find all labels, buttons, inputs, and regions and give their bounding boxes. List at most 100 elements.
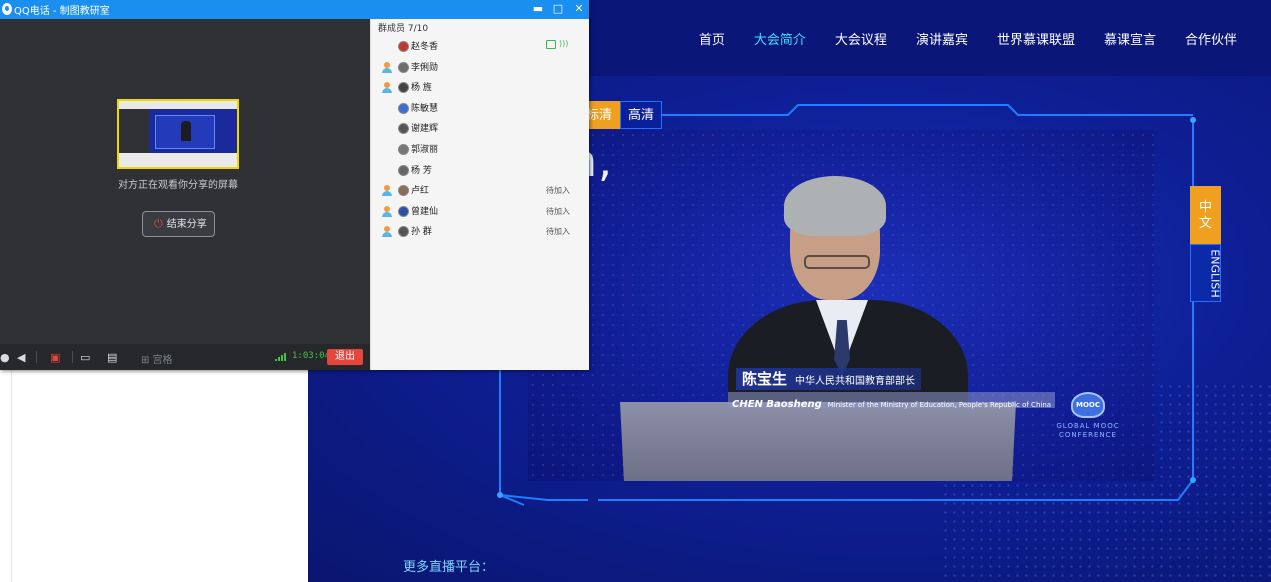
screen-share-panel: 对方正在观看你分享的屏幕 ⏻ 结束分享 [0, 19, 370, 344]
member-status: 待加入 [546, 206, 570, 216]
mooc-logo-line-2: CONFERENCE [1059, 431, 1117, 439]
avatar [398, 82, 409, 94]
nav-agenda[interactable]: 大会议程 [835, 29, 887, 48]
avatar [398, 41, 409, 52]
close-button[interactable]: ✕ [569, 0, 589, 19]
speaker-name-en: CHEN Baosheng [732, 399, 822, 410]
call-toolbar: ● ◀ ▣ ▭ ▤ ⊞ 宫格 1:03:04 退出 [0, 344, 370, 370]
preview-topbar [119, 101, 237, 109]
speaker-name-en-bar: CHEN Baosheng Minister of the Ministry of… [728, 392, 1056, 410]
nav-partners[interactable]: 合作伙伴 [1185, 29, 1237, 48]
live-video[interactable]: ion, 陈宝生中华人民共和国教育部部长 CHEN BaoshengMinist… [528, 130, 1154, 481]
member-list-panel: 群成员 7/10 赵冬香))) 李俐勋杨 旌陈敏慧 谢建辉 郭淑丽杨 芳卢红 待加入 曾建… [370, 19, 589, 370]
signal-strength-icon [275, 353, 289, 361]
avatar [398, 102, 409, 114]
sharing-screen-icon [546, 40, 556, 49]
maximize-button[interactable]: □ [548, 0, 568, 19]
member-name: 赵冬香 [411, 42, 439, 52]
exit-call-button[interactable]: 退出 [327, 349, 363, 365]
microphone-icon[interactable]: ● [0, 351, 10, 364]
speaker-icon[interactable]: ◀ [17, 351, 25, 364]
avatar [398, 61, 409, 73]
window-titlebar[interactable]: QQ电话 - 制图教研室 ▬ □ ✕ [0, 0, 589, 19]
preview-bottom [119, 153, 237, 167]
site-nav: 首页 大会简介 大会议程 演讲嘉宾 世界慕课联盟 慕课宣言 合作伙伴 [699, 29, 1237, 48]
nav-mooc-alliance[interactable]: 世界慕课联盟 [997, 29, 1075, 48]
global-mooc-logo: MOOC GLOBAL MOOC CONFERENCE [1048, 392, 1128, 458]
member-status: 待加入 [546, 186, 570, 196]
member-name: 谢建辉 [411, 124, 439, 135]
member-name: 杨 芳 [411, 165, 432, 176]
quality-hd-tab[interactable]: 高清 [620, 101, 663, 129]
member-row[interactable]: 曾建仙 待加入 [371, 202, 590, 222]
language-en-tab[interactable]: ENGLISH [1190, 244, 1222, 302]
invite-user-icon[interactable] [382, 205, 392, 217]
shared-screen-preview[interactable] [117, 99, 239, 169]
mooc-logo-text: GLOBAL MOOC CONFERENCE [1048, 422, 1128, 440]
member-name: 孙 群 [411, 227, 432, 238]
speaking-icon: ))) [559, 39, 569, 48]
member-name: 杨 旌 [411, 83, 432, 94]
member-row[interactable]: 杨 芳 [371, 161, 590, 181]
invite-user-icon[interactable] [382, 226, 392, 238]
grid-view-button[interactable]: ⊞ 宫格 [141, 351, 173, 366]
toolbar-divider [36, 351, 37, 363]
nav-declaration[interactable]: 慕课宣言 [1104, 29, 1156, 48]
member-row[interactable]: 李俐勋 [371, 58, 590, 78]
stop-share-button[interactable]: ⏻ 结束分享 [142, 211, 215, 237]
member-count-title: 群成员 7/10 [378, 24, 429, 34]
member-name: 郭淑丽 [411, 145, 439, 155]
speaker-glasses [804, 255, 870, 269]
speaker-title-en: Minister of the Ministry of Education, P… [827, 401, 1052, 409]
power-icon: ⏻ [154, 217, 163, 230]
member-status: 待加入 [546, 227, 570, 237]
language-zh-label: 中文 [1198, 200, 1212, 231]
member-name: 李俐勋 [411, 62, 439, 73]
member-row[interactable]: 郭淑丽 [371, 140, 590, 160]
podium [620, 402, 1016, 481]
avatar [398, 185, 409, 197]
camera-off-icon[interactable]: ▣ [50, 351, 60, 364]
grid-view-label: 宫格 [152, 355, 173, 366]
share-status-text: 对方正在观看你分享的屏幕 [118, 180, 238, 191]
more-platforms-label: 更多直播平台： [403, 560, 495, 575]
speaker-hair [784, 176, 886, 236]
member-name: 卢红 [411, 186, 430, 197]
avatar [398, 226, 409, 238]
invite-user-icon[interactable] [382, 185, 392, 197]
member-name: 陈敏慧 [411, 103, 439, 114]
nav-home[interactable]: 首页 [699, 29, 725, 48]
avatar [398, 144, 409, 155]
window-title: QQ电话 - 制图教研室 [14, 6, 110, 17]
member-row[interactable]: 赵冬香))) [371, 37, 590, 57]
minimize-button[interactable]: ▬ [528, 0, 548, 19]
avatar [398, 205, 409, 217]
language-zh-tab[interactable]: 中文 [1190, 186, 1221, 244]
toolbar-divider [72, 351, 73, 363]
invite-user-icon[interactable] [382, 82, 392, 94]
member-row[interactable]: 陈敏慧 [371, 99, 590, 119]
mooc-logo-badge: MOOC [1071, 392, 1105, 418]
member-row[interactable]: 谢建辉 [371, 119, 590, 139]
speaker-name-cn: 陈宝生 [742, 370, 788, 388]
call-timer: 1:03:04 [292, 351, 330, 361]
nav-speakers[interactable]: 演讲嘉宾 [916, 29, 968, 48]
invite-user-icon[interactable] [382, 61, 392, 73]
presentation-icon[interactable]: ▤ [107, 351, 117, 364]
desktop: 首页 大会简介 大会议程 演讲嘉宾 世界慕课联盟 慕课宣言 合作伙伴 陈宝生 中… [0, 0, 1271, 582]
mooc-logo-line-1: GLOBAL MOOC [1056, 422, 1120, 430]
speaker-title-cn: 中华人民共和国教育部部长 [795, 376, 916, 387]
avatar [398, 123, 409, 135]
nav-about[interactable]: 大会简介 [754, 29, 806, 48]
avatar [398, 164, 409, 176]
qq-call-window: QQ电话 - 制图教研室 ▬ □ ✕ 对方正在观看你分享的屏幕 ⏻ 结束分享 ● … [0, 0, 589, 370]
language-en-label: ENGLISH [1208, 249, 1222, 298]
member-row[interactable]: 孙 群 待加入 [371, 222, 590, 242]
language-selector: 中文 ENGLISH [1190, 186, 1222, 302]
member-row[interactable]: 卢红 待加入 [371, 181, 590, 201]
speaker-name-bar: 陈宝生 中华人民共和国教育部部长 [736, 368, 922, 390]
member-name: 曾建仙 [411, 206, 439, 217]
screen-share-icon[interactable]: ▭ [80, 351, 90, 364]
member-row[interactable]: 杨 旌 [371, 78, 590, 98]
page-divider [11, 370, 12, 582]
